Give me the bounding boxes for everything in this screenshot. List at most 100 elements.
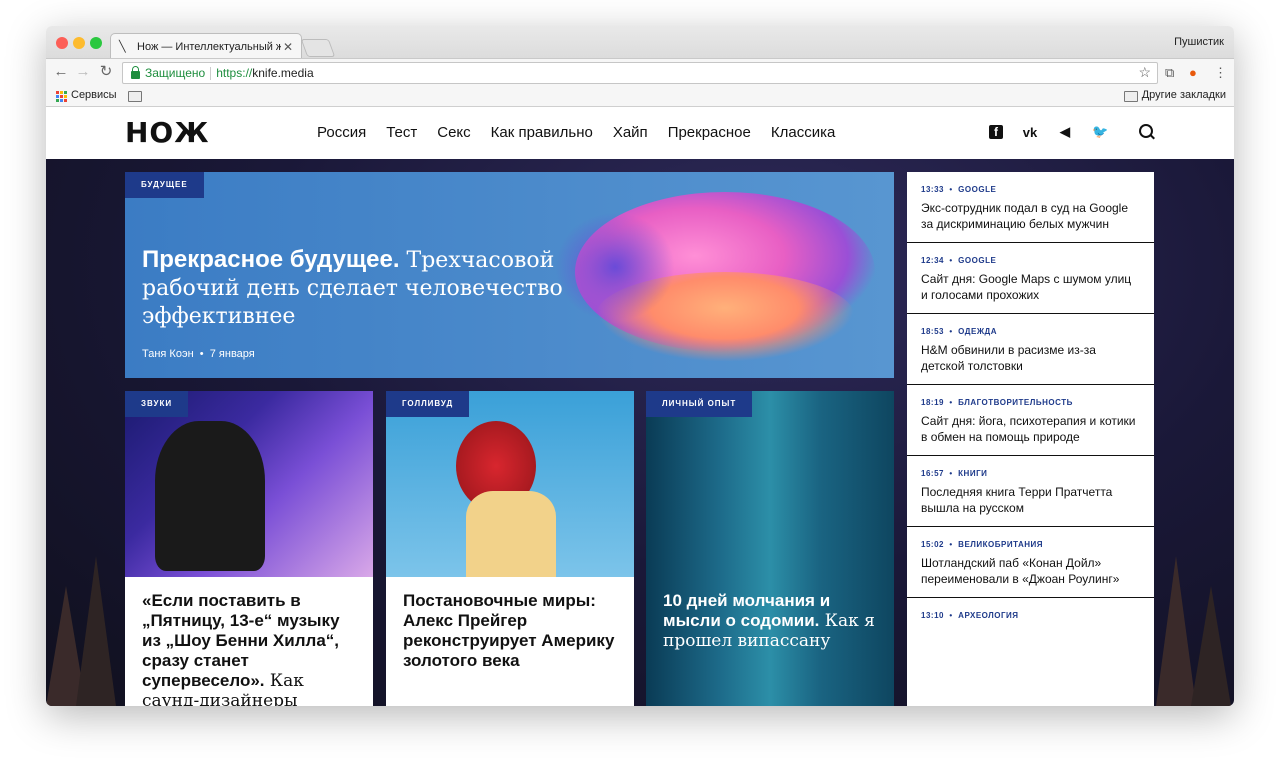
webpage: НОЖ Россия Тест Секс Как правильно Хайп … — [46, 107, 1234, 706]
nav-item[interactable]: Как правильно — [491, 124, 593, 141]
news-item[interactable]: 13:10 • АРХЕОЛОГИЯ — [907, 598, 1154, 637]
news-category[interactable]: КНИГИ — [958, 469, 987, 478]
maximize-window-button[interactable] — [90, 37, 102, 49]
secure-label: Защищено — [145, 66, 206, 80]
dress-figure — [466, 491, 556, 577]
divider — [210, 66, 212, 80]
news-title: H&M обвинили в расизме из-за детской тол… — [921, 343, 1096, 373]
site-header: НОЖ Россия Тест Секс Как правильно Хайп … — [46, 107, 1234, 159]
nav-item[interactable]: Россия — [317, 124, 366, 141]
lock-icon — [131, 65, 140, 79]
url-host: knife.media — [252, 66, 314, 80]
address-bar[interactable]: Защищено https://knife.media ☆ — [122, 62, 1158, 84]
twitter-icon[interactable]: 🐦 — [1092, 124, 1108, 140]
other-bookmarks[interactable]: Другие закладки — [1142, 89, 1226, 101]
news-feed: 13:33 • GOOGLE Экс-сотрудник подал в суд … — [907, 172, 1154, 706]
author[interactable]: Таня Коэн — [142, 348, 194, 360]
nav-item[interactable]: Секс — [437, 124, 470, 141]
knife-icon: ╲ — [119, 40, 126, 53]
news-title: Шотландский паб «Конан Дойл» переименова… — [921, 556, 1120, 586]
news-title: Экс-сотрудник подал в суд на Google за д… — [921, 201, 1128, 231]
news-time: 18:53 — [921, 327, 944, 336]
close-window-button[interactable] — [56, 37, 68, 49]
card-image — [386, 391, 634, 577]
tree-decoration — [1156, 556, 1196, 706]
news-meta: 15:02 • ВЕЛИКОБРИТАНИЯ — [921, 540, 1044, 549]
apps-bookmark-label[interactable]: Сервисы — [71, 89, 117, 101]
telegram-icon[interactable]: ◀ — [1057, 124, 1073, 140]
close-tab-icon[interactable]: ✕ — [281, 40, 295, 54]
nav-item[interactable]: Тест — [386, 124, 417, 141]
news-category[interactable]: ОДЕЖДА — [958, 327, 997, 336]
news-category[interactable]: GOOGLE — [958, 256, 996, 265]
title-bar: ╲ Нож — Интеллектуальный ж ✕ Пушистик — [46, 26, 1234, 59]
hero-title[interactable]: Прекрасное будущее. Трехчасовой рабочий … — [142, 246, 602, 330]
category-tag[interactable]: звуки — [125, 391, 189, 417]
godzilla-figure — [155, 421, 265, 571]
bookmarks-bar: Сервисы Другие закладки — [46, 86, 1234, 107]
url-scheme: https:// — [216, 66, 253, 80]
folder-icon — [1124, 91, 1138, 102]
facebook-icon[interactable]: f — [989, 125, 1003, 139]
vk-icon[interactable]: vk — [1022, 125, 1038, 140]
card-title: «Если поставить в „Пятницу, 13-е“ музыку… — [142, 591, 362, 706]
extension-icon[interactable]: ⧉ — [1165, 65, 1174, 81]
profile-name[interactable]: Пушистик — [1174, 36, 1224, 48]
menu-icon[interactable]: ⋮ — [1214, 65, 1227, 81]
hero-meta: Таня Коэн • 7 января — [142, 348, 255, 360]
browser-tab[interactable]: ╲ Нож — Интеллектуальный ж ✕ — [110, 33, 302, 59]
news-category[interactable]: GOOGLE — [958, 185, 996, 194]
search-icon[interactable] — [1139, 124, 1153, 138]
news-time: 16:57 — [921, 469, 944, 478]
folder-icon[interactable] — [128, 91, 142, 102]
category-tag[interactable]: голливуд — [386, 391, 470, 417]
social-links: f vk ◀ 🐦 — [989, 124, 1108, 140]
news-title: Сайт дня: йога, психотерапия и котики в … — [921, 414, 1136, 444]
hero-article[interactable]: будущее Прекрасное будущее. Трехчасовой … — [125, 172, 894, 378]
news-item[interactable]: 12:34 • GOOGLE Сайт дня: Google Maps с шу… — [907, 243, 1154, 314]
news-meta: 13:10 • АРХЕОЛОГИЯ — [921, 611, 1019, 620]
site-logo[interactable]: НОЖ — [125, 117, 210, 149]
news-item[interactable]: 18:53 • ОДЕЖДА H&M обвинили в расизме из-… — [907, 314, 1154, 385]
news-meta: 18:53 • ОДЕЖДА — [921, 327, 998, 336]
news-category[interactable]: ВЕЛИКОБРИТАНИЯ — [958, 540, 1043, 549]
tree-decoration — [76, 556, 116, 706]
category-tag[interactable]: личный опыт — [646, 391, 753, 417]
news-time: 12:34 — [921, 256, 944, 265]
news-meta: 13:33 • GOOGLE — [921, 185, 997, 194]
news-time: 18:19 — [921, 398, 944, 407]
card-title: Постановочные миры: Алекс Прейгер реконс… — [403, 591, 615, 670]
reload-icon[interactable]: ↻ — [97, 64, 115, 80]
bookmark-star-icon[interactable]: ☆ — [1138, 64, 1151, 81]
news-item[interactable]: 16:57 • КНИГИ Последняя книга Терри Пратч… — [907, 456, 1154, 527]
hero-title-bold: Прекрасное будущее. — [142, 246, 400, 273]
article-card[interactable]: голливуд Постановочные миры: Алекс Прейг… — [386, 391, 634, 706]
nav-item[interactable]: Хайп — [613, 124, 648, 141]
minimize-window-button[interactable] — [73, 37, 85, 49]
news-title: Сайт дня: Google Maps с шумом улиц и гол… — [921, 272, 1132, 302]
news-category[interactable]: АРХЕОЛОГИЯ — [958, 611, 1018, 620]
news-category[interactable]: БЛАГОТВОРИТЕЛЬНОСТЬ — [958, 398, 1073, 407]
news-item[interactable]: 18:19 • БЛАГОТВОРИТЕЛЬНОСТЬ Сайт дня: йог… — [907, 385, 1154, 456]
category-tag[interactable]: будущее — [125, 172, 204, 198]
apps-icon[interactable] — [56, 91, 67, 102]
extension-fire-icon[interactable]: ● — [1189, 65, 1197, 80]
new-tab-button[interactable] — [300, 39, 336, 57]
news-meta: 18:19 • БЛАГОТВОРИТЕЛЬНОСТЬ — [921, 398, 1073, 407]
nav-item[interactable]: Прекрасное — [668, 124, 751, 141]
article-card[interactable]: звуки «Если поставить в „Пятницу, 13-е“ … — [125, 391, 373, 706]
news-item[interactable]: 13:33 • GOOGLE Экс-сотрудник подал в суд … — [907, 172, 1154, 243]
article-card[interactable]: личный опыт 10 дней молчания и мысли о с… — [646, 391, 894, 706]
forward-icon[interactable]: → — [74, 64, 92, 80]
news-time: 13:33 — [921, 185, 944, 194]
browser-toolbar: ← → ↻ Защищено https://knife.media ☆ ⧉ ●… — [46, 58, 1234, 87]
card-title-bold: «Если поставить в „Пятницу, 13-е“ музыку… — [142, 591, 340, 690]
tab-title: Нож — Интеллектуальный ж — [137, 40, 281, 53]
news-item[interactable]: 15:02 • ВЕЛИКОБРИТАНИЯ Шотландский паб «К… — [907, 527, 1154, 598]
nav-item[interactable]: Классика — [771, 124, 835, 141]
card-title: 10 дней молчания и мысли о содомии. Как … — [663, 591, 883, 651]
back-icon[interactable]: ← — [52, 64, 70, 80]
main-content: будущее Прекрасное будущее. Трехчасовой … — [46, 159, 1234, 706]
date: 7 января — [209, 348, 255, 360]
main-nav: Россия Тест Секс Как правильно Хайп Прек… — [317, 124, 835, 141]
